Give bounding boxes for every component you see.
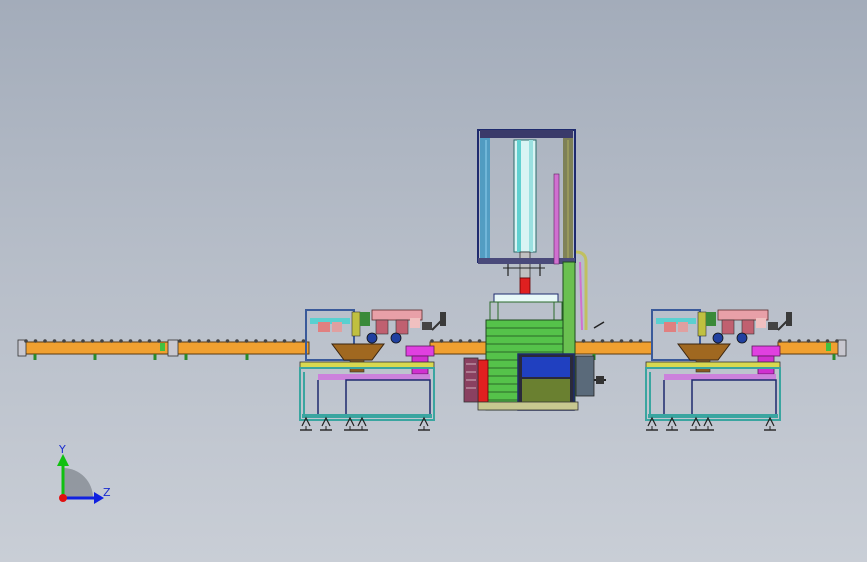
left-assembly-station <box>299 309 446 431</box>
conveyor-leg <box>832 354 836 360</box>
conveyor-roller <box>235 339 239 343</box>
conveyor-roller <box>43 339 47 343</box>
conveyor-roller <box>197 339 201 343</box>
conveyor-leg <box>184 354 188 360</box>
press-rod <box>519 251 531 279</box>
coordinate-triad: Y Z <box>57 443 111 504</box>
conveyor-roller <box>263 339 268 343</box>
station-valve <box>366 332 378 344</box>
conveyor-roller <box>439 339 444 343</box>
conveyor-roller <box>225 339 230 343</box>
station-feeder-bowl <box>331 343 385 361</box>
conveyor-roller <box>138 339 142 343</box>
conveyor-roller <box>147 339 152 343</box>
conveyor-roller <box>600 339 605 343</box>
conveyor-roller <box>816 339 820 343</box>
station-valve <box>736 332 748 344</box>
central-press-tower <box>463 129 606 411</box>
conveyor-roller <box>100 339 104 343</box>
conveyor-roller <box>301 339 306 343</box>
conveyor-roller <box>178 339 182 343</box>
conveyor-roller <box>619 339 624 343</box>
conveyor-roller <box>254 339 258 343</box>
conveyor-roller <box>638 339 643 343</box>
conveyor-roller <box>477 339 482 343</box>
tower-base-plate <box>477 401 579 411</box>
tower-crossbar <box>478 258 575 264</box>
right-assembly-station <box>645 309 792 431</box>
conveyor-leg <box>245 354 249 360</box>
press-platform <box>493 293 559 303</box>
conveyor-endcap-left <box>17 339 27 357</box>
conveyor-segment-left-1 <box>21 341 173 355</box>
conveyor-roller <box>430 339 434 343</box>
conveyor-roller <box>244 339 249 343</box>
tower-top-plate <box>480 130 573 138</box>
conveyor-roller <box>778 339 782 343</box>
conveyor-roller <box>458 339 463 343</box>
conveyor-roller <box>24 339 28 343</box>
conveyor-joint <box>167 339 179 357</box>
conveyor-segment-mid-right <box>571 341 653 355</box>
z-axis-label: Z <box>103 486 111 499</box>
press-tool <box>519 277 531 295</box>
conveyor-roller <box>62 339 66 343</box>
conveyor-roller <box>835 339 839 343</box>
conveyor-roller <box>825 339 830 343</box>
origin-icon <box>59 494 67 502</box>
station-magenta-hopper <box>405 345 435 357</box>
conveyor-roller <box>797 339 801 343</box>
conveyor-leg <box>153 354 157 360</box>
conveyor-roller <box>216 339 220 343</box>
conveyor-leg <box>93 354 97 360</box>
control-box-blue <box>522 357 570 377</box>
conveyor-roller <box>629 339 633 343</box>
conveyor-roller <box>157 339 161 343</box>
conveyor-endcap-right <box>837 339 847 357</box>
conveyor-roller <box>610 339 614 343</box>
conveyor-roller <box>787 339 792 343</box>
conveyor-roller <box>81 339 85 343</box>
triad-quadrant <box>63 468 93 498</box>
conveyor-roller <box>806 339 811 343</box>
station-valve <box>390 332 402 344</box>
conveyor-roller <box>591 339 595 343</box>
conveyor-sensor <box>826 343 831 351</box>
conveyor-roller <box>187 339 192 343</box>
station-magenta-hopper <box>751 345 781 357</box>
conveyor-roller <box>109 339 114 343</box>
conveyor-roller <box>90 339 95 343</box>
conveyor-sensor <box>160 343 165 351</box>
conveyor-roller <box>52 339 57 343</box>
conveyor-segment-middle <box>429 341 491 355</box>
station-feeder-bowl <box>677 343 731 361</box>
cad-viewport[interactable]: Y Z <box>0 0 867 562</box>
conveyor-roller <box>581 339 586 343</box>
conveyor-roller <box>449 339 453 343</box>
conveyor-roller <box>273 339 277 343</box>
conveyor-segment-right <box>777 341 845 355</box>
conveyor-leg <box>33 354 37 360</box>
y-axis-label: Y <box>58 443 66 456</box>
side-pipe <box>553 173 560 265</box>
red-side-plate <box>477 359 489 403</box>
tower-bevel-left <box>480 138 490 262</box>
conveyor-roller <box>206 339 211 343</box>
conveyor-segment-left-2 <box>173 341 310 355</box>
conveyor-roller <box>468 339 472 343</box>
conveyor-roller <box>292 339 296 343</box>
conveyor-roller <box>33 339 38 343</box>
conveyor-roller <box>119 339 123 343</box>
conveyor-roller <box>128 339 133 343</box>
conveyor-roller <box>71 339 76 343</box>
conveyor-roller <box>282 339 287 343</box>
station-valve <box>712 332 724 344</box>
